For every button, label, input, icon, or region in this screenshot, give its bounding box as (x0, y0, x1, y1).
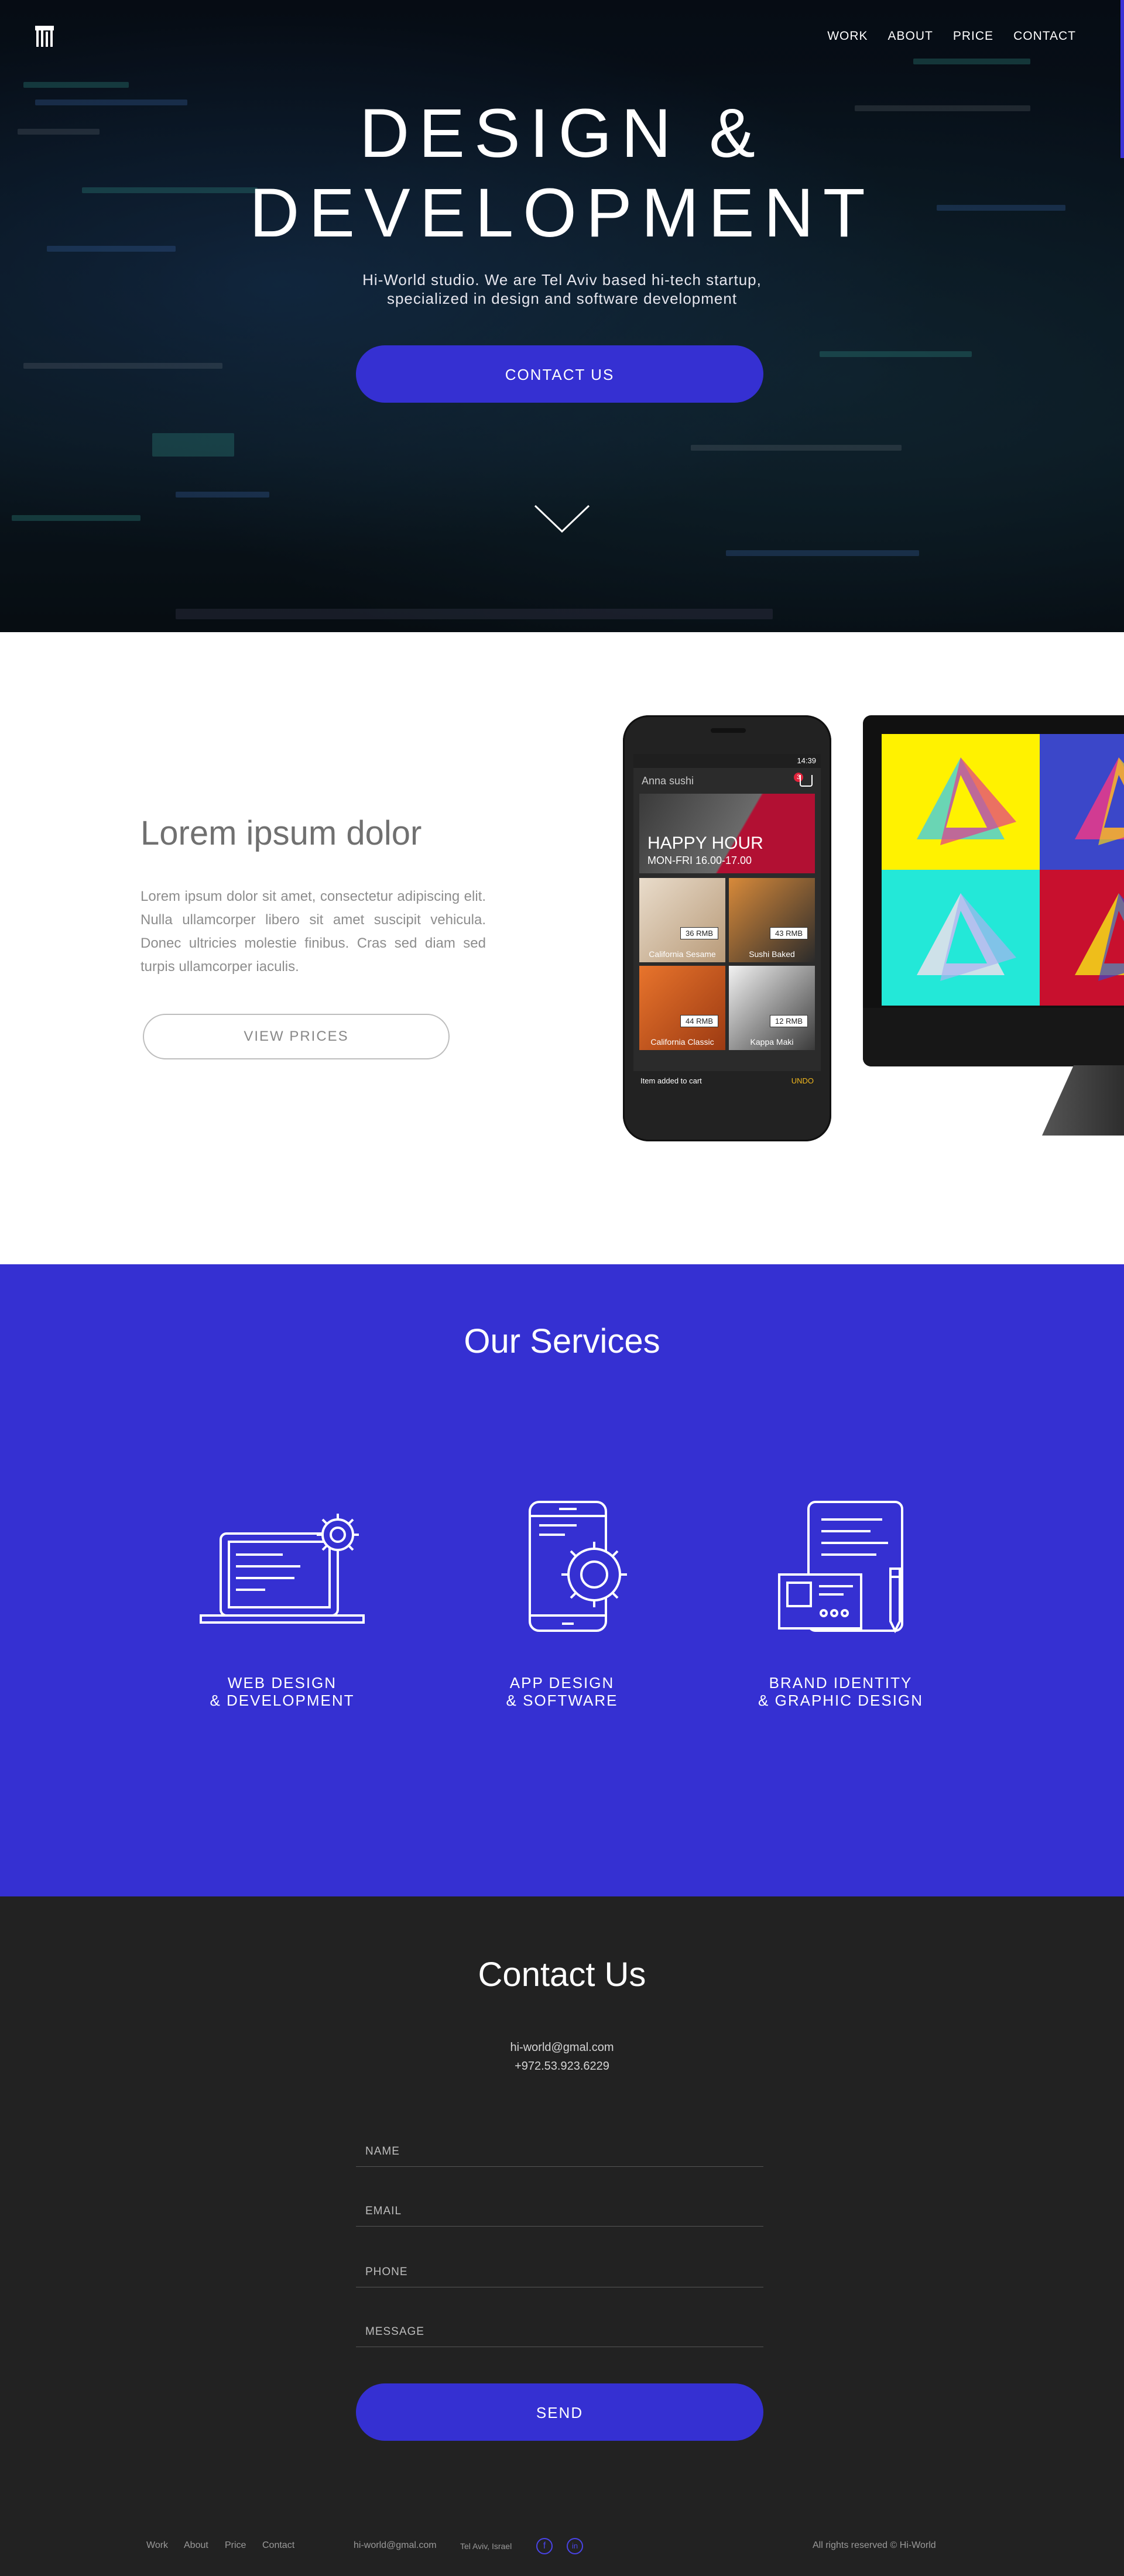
footer-link-about[interactable]: About (184, 2540, 208, 2551)
hero-subtitle-line2: specialized in design and software devel… (386, 290, 738, 307)
menu-item: 43 RMB Sushi Baked (729, 878, 815, 962)
happy-hour-banner: HAPPY HOUR MON-FRI 16.00-17.00 (639, 794, 815, 873)
triangle-art-icon (917, 757, 1016, 845)
contact-email[interactable]: hi-world@gmal.com (0, 2038, 1124, 2057)
art-tile (1040, 734, 1124, 870)
snackbar-text: Item added to cart (640, 1076, 702, 1085)
service-brand-identity: BRAND IDENTITY & GRAPHIC DESIGN (741, 1498, 940, 1709)
snackbar: Item added to cart UNDO (633, 1071, 821, 1091)
showcase-title: Lorem ipsum dolor (140, 814, 422, 852)
hero-title: DESIGN & DEVELOPMENT (0, 94, 1124, 253)
contact-section: Contact Us hi-world@gmal.com +972.53.923… (0, 1896, 1124, 2576)
monitor-mockup (863, 715, 1124, 1066)
art-tile (882, 870, 1040, 1006)
triangle-art-icon (1075, 757, 1124, 845)
art-tile (882, 734, 1040, 870)
linkedin-icon[interactable]: in (567, 2538, 583, 2554)
phone-app-title: Anna sushi (642, 775, 694, 787)
footer-link-price[interactable]: Price (225, 2540, 246, 2551)
contact-info: hi-world@gmal.com +972.53.923.6229 (0, 2038, 1124, 2076)
menu-item-price: 12 RMB (770, 1015, 808, 1027)
menu-item-price: 36 RMB (680, 927, 718, 939)
menu-item: 12 RMB Kappa Maki (729, 966, 815, 1050)
triangle-art-icon (917, 893, 1016, 981)
menu-item-name: Sushi Baked (749, 949, 795, 959)
snackbar-undo: UNDO (791, 1076, 814, 1085)
message-field[interactable] (356, 2317, 763, 2347)
showcase-section: Lorem ipsum dolor Lorem ipsum dolor sit … (0, 632, 1124, 1264)
monitor-chin (863, 1008, 1124, 1066)
footer-link-work[interactable]: Work (146, 2540, 168, 2551)
nav-about[interactable]: ABOUT (888, 29, 933, 43)
scroll-down-chevron-icon[interactable] (533, 502, 591, 535)
email-field[interactable] (356, 2196, 763, 2227)
phone-status-time: 14:39 (633, 754, 821, 768)
contact-us-button[interactable]: CONTACT US (356, 345, 763, 403)
footer: Work About Price Contact hi-world@gmal.c… (0, 2538, 1124, 2558)
banner-subtitle: MON-FRI 16.00-17.00 (647, 855, 752, 866)
laptop-gear-icon (200, 1514, 365, 1624)
hero-subtitle: Hi-World studio. We are Tel Aviv based h… (0, 270, 1124, 308)
hero-subtitle-line1: Hi-World studio. We are Tel Aviv based h… (362, 271, 762, 289)
menu-grid: 36 RMB California Sesame 43 RMB Sushi Ba… (633, 873, 821, 1055)
phone-app-bar: Anna sushi 3 (633, 768, 821, 794)
monitor-screen (882, 734, 1124, 1006)
hero-title-line2: DEVELOPMENT (249, 174, 875, 252)
phone-field[interactable] (356, 2257, 763, 2287)
footer-location: Tel Aviv, Israel (460, 2541, 512, 2551)
menu-item-name: California Sesame (649, 949, 716, 959)
document-pencil-icon (778, 1501, 903, 1633)
view-prices-button[interactable]: VIEW PRICES (143, 1014, 450, 1059)
phone-mockup: 14:39 Anna sushi 3 HAPPY HOUR MON-FRI 16… (623, 715, 831, 1141)
menu-item-name: California Classic (650, 1037, 714, 1047)
footer-link-contact[interactable]: Contact (262, 2540, 294, 2551)
menu-item: 44 RMB California Classic (639, 966, 725, 1050)
monitor-stand (1042, 1065, 1124, 1136)
menu-item: 36 RMB California Sesame (639, 878, 725, 962)
menu-item-price: 44 RMB (680, 1015, 718, 1027)
hero-title-line1: DESIGN & (359, 95, 765, 172)
phone-speaker (711, 728, 746, 733)
main-nav: WORK ABOUT PRICE CONTACT (827, 29, 1076, 43)
service-label: APP DESIGN & SOFTWARE (506, 1674, 618, 1709)
menu-item-name: Kappa Maki (750, 1037, 794, 1047)
services-title: Our Services (464, 1322, 660, 1360)
cart-icon (800, 775, 813, 787)
facebook-icon[interactable]: f (536, 2538, 553, 2554)
triangle-art-icon (1075, 893, 1124, 981)
nav-price[interactable]: PRICE (953, 29, 993, 43)
contact-phone[interactable]: +972.53.923.6229 (0, 2057, 1124, 2076)
service-web-design: WEB DESIGN & DEVELOPMENT (183, 1498, 382, 1709)
contact-title: Contact Us (478, 1956, 646, 1994)
footer-email[interactable]: hi-world@gmal.com (354, 2540, 437, 2551)
service-label: WEB DESIGN & DEVELOPMENT (210, 1674, 355, 1709)
name-field[interactable] (356, 2136, 763, 2167)
service-label: BRAND IDENTITY & GRAPHIC DESIGN (758, 1674, 923, 1709)
service-app-design: APP DESIGN & SOFTWARE (462, 1498, 662, 1709)
phone-screen: 14:39 Anna sushi 3 HAPPY HOUR MON-FRI 16… (633, 754, 821, 1091)
phone-gear-icon (529, 1501, 627, 1632)
banner-title: HAPPY HOUR (647, 833, 763, 853)
hero-section: WORK ABOUT PRICE CONTACT DESIGN & DEVELO… (0, 0, 1124, 632)
showcase-body: Lorem ipsum dolor sit amet, consectetur … (140, 889, 486, 975)
nav-contact[interactable]: CONTACT (1013, 29, 1076, 43)
nav-work[interactable]: WORK (827, 29, 868, 43)
footer-copyright: All rights reserved © Hi-World (813, 2540, 936, 2550)
send-button[interactable]: SEND (356, 2383, 763, 2441)
services-section: Our Services WEB DESIGN & DEVELOPMENT AP… (0, 1264, 1124, 1896)
menu-item-price: 43 RMB (770, 927, 808, 939)
art-tile (1040, 870, 1124, 1006)
studio-logo-icon[interactable] (34, 23, 55, 49)
